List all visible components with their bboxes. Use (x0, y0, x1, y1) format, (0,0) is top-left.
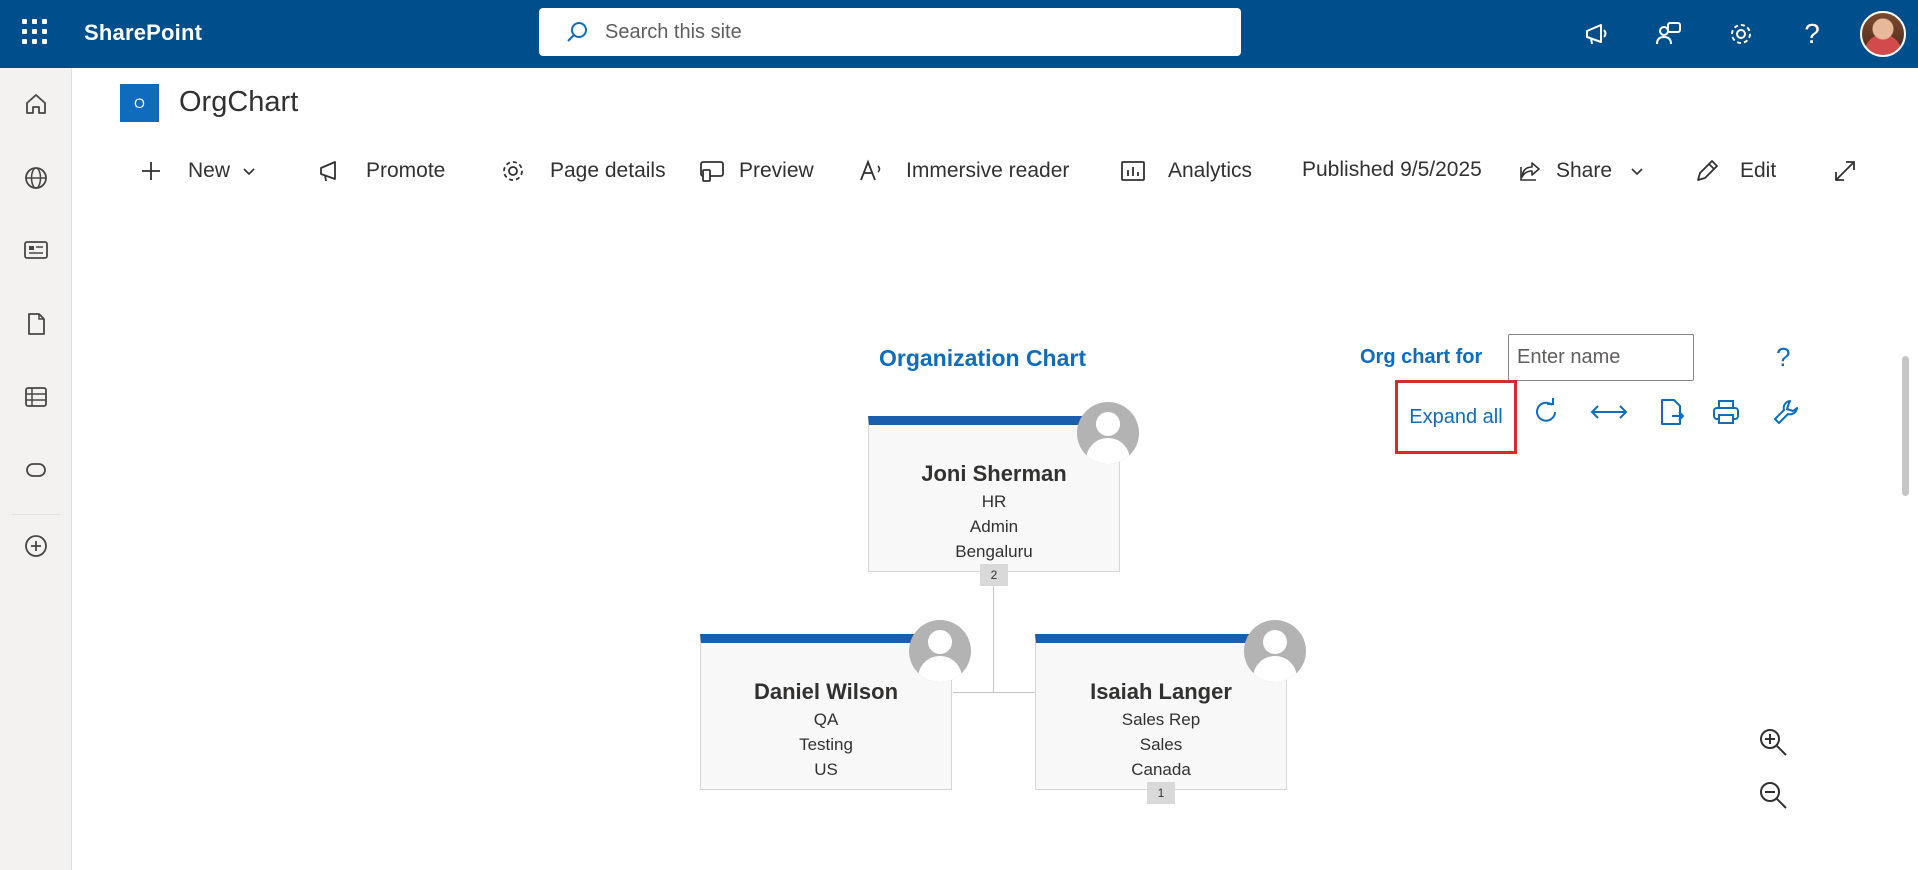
site-logo[interactable]: O (120, 84, 159, 122)
share-button[interactable]: Share (1518, 154, 1644, 188)
left-rail (0, 68, 72, 870)
people-chat-icon[interactable] (1652, 17, 1686, 51)
document-icon[interactable] (20, 308, 52, 340)
analytics-button[interactable]: Analytics (1120, 154, 1252, 188)
help-icon[interactable]: ? (1776, 342, 1790, 373)
immersive-reader-label: Immersive reader (906, 159, 1070, 182)
preview-button[interactable]: Preview (699, 154, 814, 188)
org-chart-title: Organization Chart (879, 345, 1087, 371)
share-label: Share (1556, 159, 1613, 182)
published-status: Published 9/5/2025 (1302, 158, 1482, 181)
chevron-down-icon (1631, 168, 1643, 176)
page-details-button[interactable]: Page details (500, 154, 666, 188)
new-label: New (188, 159, 231, 182)
gear-icon (503, 161, 523, 181)
person-department: Sales (1139, 735, 1183, 754)
direct-reports-count-badge[interactable]: 2 (980, 564, 1008, 586)
preview-label: Preview (739, 159, 814, 182)
fit-width-icon[interactable] (1588, 394, 1630, 430)
home-icon[interactable] (20, 88, 52, 120)
loop-icon[interactable] (20, 454, 52, 486)
suite-bar: SharePoint Search this site ? (0, 0, 1918, 68)
immersive-reader-button[interactable]: Immersive reader (858, 154, 1069, 188)
person-location: Canada (1131, 760, 1191, 779)
expand-page-icon[interactable] (1832, 154, 1858, 188)
plus-icon (142, 162, 160, 180)
person-name: Joni Sherman (921, 461, 1067, 486)
news-icon[interactable] (20, 234, 52, 266)
search-icon (567, 22, 587, 42)
search-placeholder: Search this site (605, 20, 742, 43)
search-box[interactable]: Search this site (539, 8, 1241, 56)
name-search-input[interactable] (1508, 334, 1694, 381)
analytics-icon (1121, 161, 1145, 181)
person-photo-icon (909, 620, 971, 682)
immersive-reader-icon (860, 159, 881, 181)
app-brand[interactable]: SharePoint (84, 20, 202, 46)
export-icon[interactable] (1654, 394, 1690, 430)
promote-button[interactable]: Promote (318, 154, 445, 188)
page-details-label: Page details (550, 159, 666, 182)
gear-icon[interactable] (1724, 17, 1758, 51)
chevron-down-icon (243, 168, 255, 176)
person-location: US (814, 760, 838, 779)
person-name: Daniel Wilson (753, 679, 899, 704)
person-location: Bengaluru (955, 542, 1033, 561)
app-launcher-icon[interactable] (22, 19, 48, 45)
connector-line (953, 692, 1035, 693)
help-icon[interactable]: ? (1795, 17, 1829, 51)
edit-label: Edit (1740, 159, 1777, 182)
page-title: OrgChart (179, 86, 299, 118)
megaphone-icon (320, 161, 336, 182)
direct-reports-count-badge[interactable]: 1 (1147, 782, 1175, 804)
org-chart-for-label: Org chart for (1360, 346, 1483, 368)
print-icon[interactable] (1708, 394, 1744, 430)
user-avatar[interactable] (1860, 11, 1906, 57)
expand-all-button[interactable]: Expand all (1395, 380, 1517, 454)
person-title: QA (813, 710, 839, 729)
vertical-scrollbar[interactable] (1902, 356, 1909, 496)
person-name: Isaiah Langer (1090, 679, 1232, 704)
zoom-out-icon[interactable] (1756, 778, 1790, 812)
share-icon (1520, 162, 1540, 181)
wrench-icon[interactable] (1768, 394, 1804, 430)
person-department: Testing (799, 735, 853, 754)
add-circle-icon[interactable] (20, 530, 52, 562)
new-button[interactable]: New (140, 154, 256, 188)
person-photo-icon (1077, 402, 1139, 464)
pencil-icon (1697, 160, 1718, 181)
person-department: Admin (969, 517, 1019, 536)
edit-button[interactable]: Edit (1694, 154, 1776, 188)
promote-label: Promote (366, 159, 446, 182)
person-title: Sales Rep (1121, 710, 1201, 729)
connector-line (993, 585, 994, 693)
zoom-in-icon[interactable] (1756, 725, 1790, 759)
analytics-label: Analytics (1168, 159, 1253, 182)
refresh-icon[interactable] (1528, 394, 1564, 430)
person-title: HR (981, 492, 1007, 511)
megaphone-icon[interactable] (1580, 17, 1614, 51)
list-icon[interactable] (20, 381, 52, 413)
person-photo-icon (1244, 620, 1306, 682)
rail-divider (12, 514, 60, 515)
globe-icon[interactable] (20, 162, 52, 194)
preview-icon (700, 161, 724, 182)
